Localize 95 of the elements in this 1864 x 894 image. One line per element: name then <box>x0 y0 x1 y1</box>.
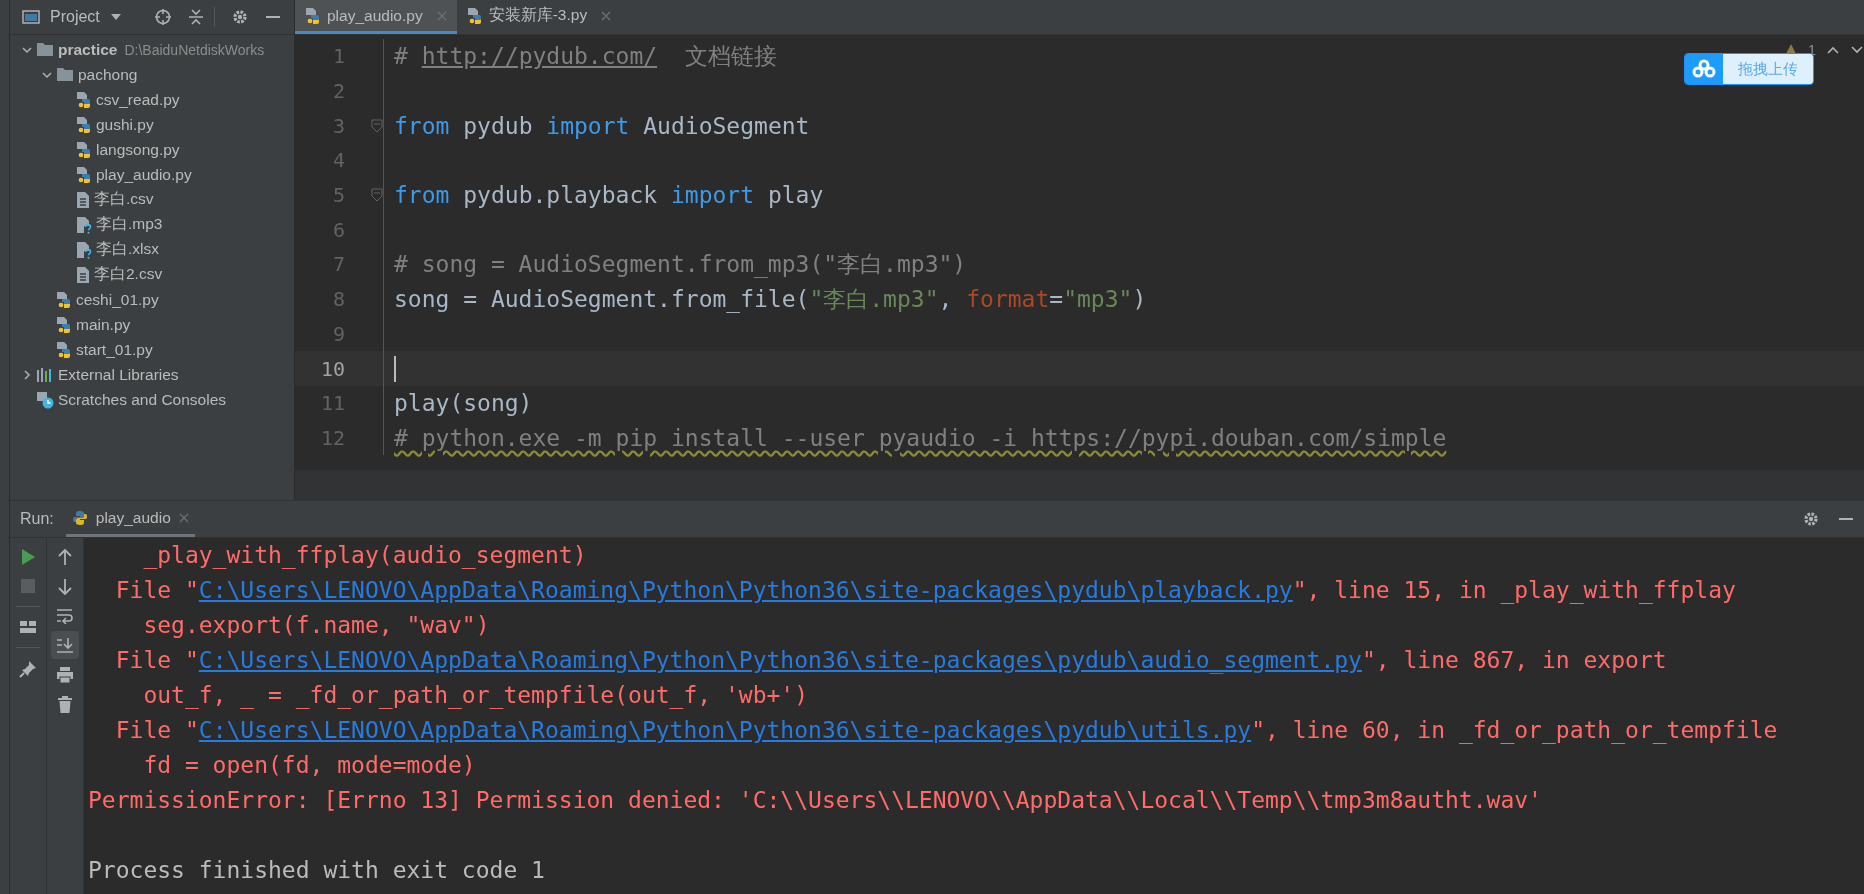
scroll-to-end-button[interactable] <box>51 631 79 659</box>
tree-item[interactable]: Scratches and Consoles <box>10 387 294 412</box>
line-number: 3 <box>331 113 345 138</box>
arrow-up-icon[interactable] <box>57 548 73 566</box>
unknown-file-icon <box>76 215 92 234</box>
console-line: _play_with_ffplay(audio_segment) <box>142 541 588 571</box>
python-file-icon <box>56 315 72 334</box>
libraries-icon <box>36 366 54 383</box>
text-file-icon <box>76 190 90 209</box>
console-line: File "C:\Users\LENOVO\AppData\Roaming\Python\Python36\site-packages\pydub\audio_segment.py", line 867, in export <box>114 646 1668 676</box>
line-number: 1 <box>331 44 345 69</box>
chevron-right-icon[interactable] <box>21 368 33 381</box>
line-number: 2 <box>331 79 345 104</box>
console-line: File "C:\Users\LENOVO\AppData\Roaming\Python\Python36\site-packages\pydub\utils.py", line 60, in _fd_or_path_or_tempfile <box>114 716 1779 746</box>
tree-item[interactable]: 李白.csv <box>10 187 294 212</box>
run-icon[interactable] <box>20 548 36 566</box>
python-file-icon <box>466 6 483 25</box>
tree-item[interactable]: External Libraries <box>10 362 294 387</box>
code-line: # python.exe -m pip install --user pyaudio -i https://pypi.douban.com/simple <box>394 424 1447 451</box>
print-icon[interactable] <box>56 666 74 684</box>
editor-tab[interactable]: 安装新库-3.py <box>456 0 622 34</box>
console-line: PermissionError: [Errno 13] Permission denied: 'C:\\Users\\LENOVO\\AppData\\Local\\Temp\\tmp3m8autht.wav' <box>88 786 1543 815</box>
text-file-icon <box>76 265 90 284</box>
python-file-icon <box>76 90 92 109</box>
tree-item[interactable]: langsong.py <box>10 137 294 162</box>
tree-item[interactable]: play_audio.py <box>10 162 294 187</box>
soft-wrap-icon[interactable] <box>56 608 74 624</box>
line-number: 10 <box>319 356 345 381</box>
tree-item[interactable]: gushi.py <box>10 112 294 137</box>
editor-tab[interactable]: play_audio.py <box>295 0 457 34</box>
python-file-icon <box>76 115 92 134</box>
chevron-up-icon[interactable] <box>1826 44 1840 55</box>
settings-icon[interactable] <box>1802 510 1820 528</box>
upload-label: 拖拽上传 <box>1723 54 1813 84</box>
cloud-icon <box>1691 59 1717 79</box>
trash-icon[interactable] <box>57 696 73 714</box>
settings-icon[interactable] <box>230 8 249 26</box>
code-line: # song = AudioSegment.from_mp3("李白.mp3") <box>394 249 967 280</box>
window-icon <box>22 9 40 25</box>
python-file-icon <box>56 340 72 359</box>
python-file-icon <box>56 290 72 309</box>
collapse-all-icon[interactable] <box>187 8 204 26</box>
tree-item[interactable]: 李白.xlsx <box>10 237 294 262</box>
line-number: 9 <box>331 321 345 346</box>
folder-icon <box>56 67 74 82</box>
code-line: play(song) <box>394 390 533 417</box>
text-cursor <box>394 355 396 382</box>
line-number: 7 <box>331 252 345 277</box>
url-link[interactable]: http://pydub.com/ <box>421 42 658 69</box>
project-view-dropdown[interactable]: Project <box>50 8 122 26</box>
tree-item[interactable]: 李白2.csv <box>10 262 294 287</box>
dropdown-caret-icon <box>109 13 122 21</box>
file-link[interactable]: C:\Users\LENOVO\AppData\Roaming\Python\Python36\site-packages\pydub\utils.py <box>198 717 1252 743</box>
path-hint: D:\BaiduNetdiskWorks <box>124 41 265 58</box>
python-file-icon <box>76 140 92 159</box>
scroll-to-end-icon <box>56 636 74 654</box>
chevron-down-icon[interactable] <box>1850 44 1864 55</box>
run-label: Run: <box>20 510 54 528</box>
console-line: seg.export(f.name, "wav") <box>142 611 491 640</box>
tree-item[interactable]: practice D:\BaiduNetdiskWorks <box>10 37 294 62</box>
code-line: # http://pydub.com/ 文档链接 <box>394 41 777 71</box>
console-line: out_f, _ = _fd_or_path_or_tempfile(out_f, 'wb+') <box>142 681 810 711</box>
line-number: 5 <box>331 183 345 208</box>
line-number: 8 <box>331 287 345 312</box>
tree-item[interactable]: main.py <box>10 312 294 337</box>
tree-item[interactable]: ceshi_01.py <box>10 287 294 312</box>
line-number: 6 <box>331 217 345 242</box>
fold-marker-icon[interactable] <box>371 188 383 203</box>
locate-icon[interactable] <box>153 8 172 26</box>
code-line: from pydub.playback import play <box>394 182 824 209</box>
console-line: File "C:\Users\LENOVO\AppData\Roaming\Python\Python36\site-packages\pydub\playback.py", line 15, in _play_with_ffplay <box>114 576 1737 606</box>
tree-item[interactable]: pachong <box>10 62 294 87</box>
tree-item[interactable]: start_01.py <box>10 337 294 362</box>
python-file-icon <box>76 165 92 184</box>
console-line: fd = open(fd, mode=mode) <box>142 751 477 780</box>
unknown-file-icon <box>76 240 92 259</box>
tree-item[interactable]: 李白.mp3 <box>10 212 294 237</box>
code-line: song = AudioSegment.from_file("李白.mp3", format="mp3") <box>394 284 1147 315</box>
line-number: 12 <box>319 425 345 450</box>
file-link[interactable]: C:\Users\LENOVO\AppData\Roaming\Python\Python36\site-packages\pydub\audio_segment.py <box>198 647 1362 673</box>
folder-icon <box>36 42 54 57</box>
line-number: 4 <box>331 148 345 173</box>
line-number: 11 <box>319 391 345 416</box>
console-line: Process finished with exit code 1 <box>88 856 546 885</box>
python-file-icon <box>305 6 321 25</box>
fold-marker-icon[interactable] <box>371 118 383 133</box>
arrow-down-icon[interactable] <box>57 578 73 596</box>
file-link[interactable]: C:\Users\LENOVO\AppData\Roaming\Python\Python36\site-packages\pydub\playback.py <box>198 577 1293 603</box>
code-line: from pydub import AudioSegment <box>394 112 810 139</box>
scratches-icon <box>36 390 54 409</box>
layout-icon[interactable] <box>19 619 37 635</box>
run-tab[interactable]: play_audio <box>65 501 195 537</box>
python-icon <box>71 509 88 526</box>
tree-item[interactable]: csv_read.py <box>10 87 294 112</box>
pin-icon[interactable] <box>19 660 37 678</box>
